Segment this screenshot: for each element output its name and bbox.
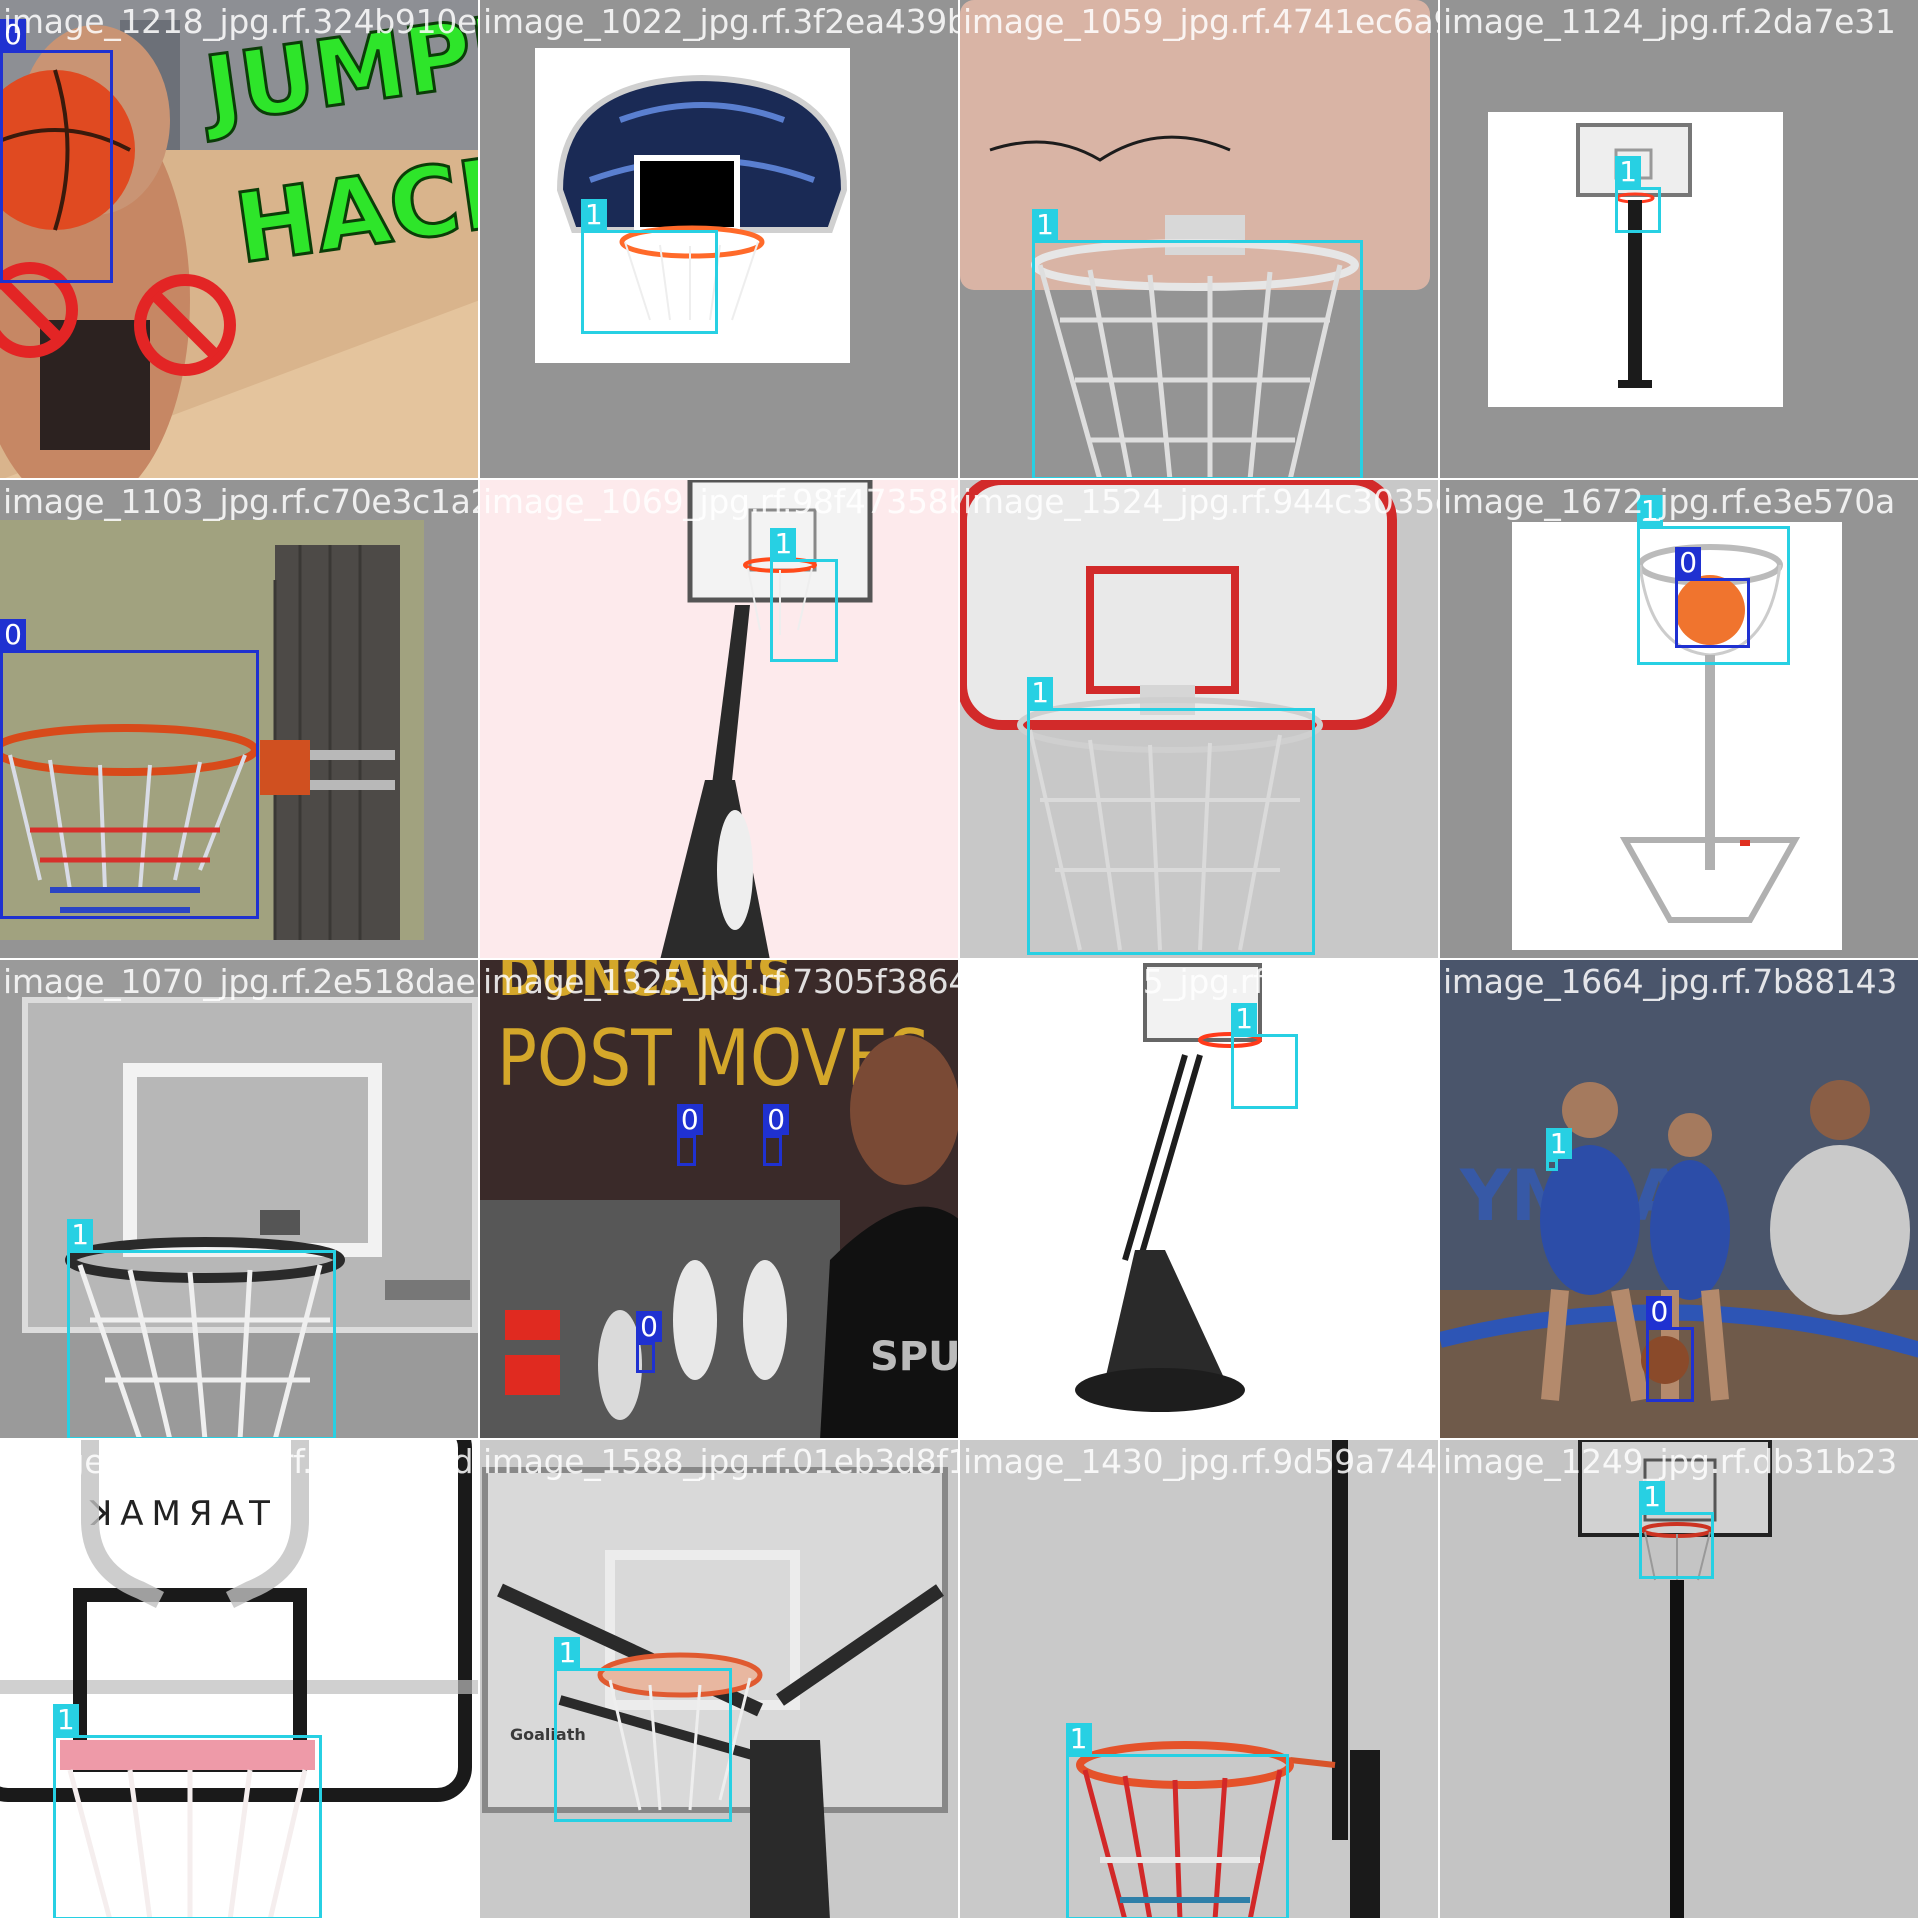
bbox-class-1: 1 xyxy=(1231,1003,1299,1109)
bbox-class-label: 0 xyxy=(1675,547,1702,579)
bbox-class-0: 0 xyxy=(0,619,260,920)
tile-6: image_1069_jpg.rf.98f47358b9ae07951440 1 xyxy=(480,480,960,960)
tile-3: image_1059_jpg.rf.4741ec6a93ae163a1f26 1 xyxy=(960,0,1440,480)
bbox-class-label: 1 xyxy=(580,199,607,231)
tile-filename-label: image_1218_jpg.rf.324b910e240d79022e2a xyxy=(3,2,478,41)
bbox-class-1: 1 xyxy=(1639,1481,1714,1580)
bbox-class-1: 1 xyxy=(1615,156,1661,233)
bbox-class-1: 1 xyxy=(67,1219,336,1438)
bbox-class-label: 1 xyxy=(554,1637,581,1668)
bbox-class-1: 1 xyxy=(580,199,718,334)
tile-filename-label: image_1103_jpg.rf.c70e3c1a2c85401069d0 xyxy=(3,482,478,521)
tile-filename-label: image_1069_jpg.rf.98f47358b9ae07951440 xyxy=(483,482,958,521)
bbox-class-label: 1 xyxy=(1615,156,1642,188)
bbox-class-label: 1 xyxy=(1545,1128,1572,1160)
bbox-class-label: 0 xyxy=(676,1104,703,1136)
bbox-class-label: 0 xyxy=(636,1310,662,1342)
bbox-class-1: 1 xyxy=(52,1704,322,1918)
bbox-class-label: 1 xyxy=(1065,1723,1092,1755)
tile-11: image_1175_jpg.rf.5a7a02f52da4b6d1684d63… xyxy=(960,960,1440,1440)
scene-portable-hoop-small xyxy=(1440,0,1918,478)
tile-filename-label: image_1664_jpg.rf.7b88143 xyxy=(1443,962,1898,1001)
tile-filename-label: image_1070_jpg.rf.2e518dae64e4ccb8250398 xyxy=(3,962,478,1001)
tile-filename-label: image_1059_jpg.rf.4741ec6a93ae163a1f26 xyxy=(963,2,1438,41)
bbox-class-0: 0 xyxy=(763,1104,790,1167)
tile-5: image_1103_jpg.rf.c70e3c1a2c85401069d0 0 xyxy=(0,480,480,960)
tile-2: image_1022_jpg.rf.3f2ea439b1a12c0592bd 1 xyxy=(480,0,960,480)
scene-hoop-pole-pink xyxy=(480,480,958,958)
bbox-class-label: 1 xyxy=(1027,677,1054,708)
bbox-class-label: 0 xyxy=(0,619,26,651)
tile-7: image_1524_jpg.rf.944c3035e7ac173622c2 1 xyxy=(960,480,1440,960)
bbox-class-label: 1 xyxy=(1231,1003,1258,1035)
bbox-class-label: 1 xyxy=(1032,209,1058,240)
tile-13: ꓘAMЯAT image_1156_jpg.rf.2cbead9d0a73058… xyxy=(0,1440,480,1920)
tile-filename-label: image_1672_jpg.rf.e3e570a xyxy=(1443,482,1895,521)
tile-filename-label: image_1124_jpg.rf.2da7e31 xyxy=(1443,2,1896,41)
bbox-class-1: 1 xyxy=(554,1637,732,1822)
tile-9: image_1070_jpg.rf.2e518dae64e4ccb8250398… xyxy=(0,960,480,1440)
tile-14: Goaliath image_1588_jpg.rf.01eb3d8f153a2… xyxy=(480,1440,960,1920)
tile-8: image_1672_jpg.rf.e3e570a 1 0 xyxy=(1440,480,1920,960)
bbox-class-1: 1 xyxy=(1065,1723,1289,1918)
svg-text:SPU: SPU xyxy=(870,1334,960,1380)
tile-filename-label: image_1588_jpg.rf.01eb3d8f153a21442078 xyxy=(483,1442,958,1481)
scene-backboard-wall-mount xyxy=(480,0,958,478)
tile-15: image_1430_jpg.rf.9d59a744a8400849bab 1 xyxy=(960,1440,1440,1920)
tile-filename-label: image_1524_jpg.rf.944c3035e7ac173622c2 xyxy=(963,482,1438,521)
tile-filename-label: image_1430_jpg.rf.9d59a744a8400849bab xyxy=(963,1442,1440,1481)
tile-filename-label: image_1156_jpg.rf.2cbead9d0a7305824a369 xyxy=(3,1442,478,1481)
bbox-class-label: 1 xyxy=(770,528,797,560)
mosaic-grid: JUMPER HACKS! image_1218_jpg.rf.324b910e… xyxy=(0,0,1920,1920)
bbox-class-1: 1 xyxy=(1545,1128,1572,1172)
bbox-class-1: 1 xyxy=(1027,677,1316,956)
tile-10: DUNCAN'S POST MOVES SPU image_1325_jpg.r… xyxy=(480,960,960,1440)
tile-16: image_1249_jpg.rf.db31b23 1 xyxy=(1440,1440,1920,1920)
bbox-class-0: 0 xyxy=(1646,1296,1695,1402)
tile-filename-label: image_1249_jpg.rf.db31b23 xyxy=(1443,1442,1897,1481)
tile-filename-label: image_1022_jpg.rf.3f2ea439b1a12c0592bd xyxy=(483,2,958,41)
bbox-class-0: 0 xyxy=(1675,547,1750,648)
bbox-class-1: 1 xyxy=(770,528,838,663)
bbox-class-label: 0 xyxy=(763,1104,790,1136)
bbox-class-0: 0 xyxy=(636,1310,662,1373)
tile-4: image_1124_jpg.rf.2da7e31 1 xyxy=(1440,0,1920,480)
bbox-class-0: 0 xyxy=(0,19,113,284)
tile-12: YMCA image_1664_jpg.rf.7b8814310 xyxy=(1440,960,1920,1440)
tile-filename-label: image_1325_jpg.rf.7305f3864fabc2176600 xyxy=(483,962,958,1001)
bbox-class-label: 1 xyxy=(67,1219,94,1251)
scene-portable-hoop-white xyxy=(960,960,1438,1438)
scene-duncan-post-moves: DUNCAN'S POST MOVES SPU xyxy=(480,960,960,1438)
tile-filename-label: image_1175_jpg.rf.5a7a02f52da4b6d1684d63 xyxy=(963,962,1438,1001)
svg-text:ꓘAMЯAT: ꓘAMЯAT xyxy=(89,1494,278,1534)
bbox-class-label: 0 xyxy=(1646,1296,1673,1328)
bbox-class-label: 1 xyxy=(1639,1481,1666,1512)
bbox-class-0: 0 xyxy=(676,1104,703,1167)
bbox-class-label: 1 xyxy=(52,1704,79,1736)
tile-1: JUMPER HACKS! image_1218_jpg.rf.324b910e… xyxy=(0,0,480,480)
bbox-class-1: 1 xyxy=(1032,209,1364,478)
